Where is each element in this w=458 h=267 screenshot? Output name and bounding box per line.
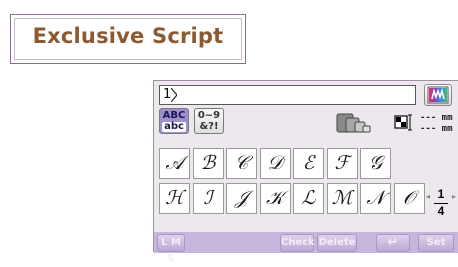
character-key[interactable]: ℱ xyxy=(326,148,358,179)
color-button[interactable] xyxy=(424,84,452,106)
character-key[interactable]: 𝒟 xyxy=(259,148,291,179)
tab-numbers-upper: 0~9 xyxy=(197,110,221,121)
character-key[interactable]: 𝒢 xyxy=(360,148,391,179)
page-next-icon[interactable]: ▸ xyxy=(452,192,456,201)
character-key[interactable]: 𝒪 xyxy=(393,183,425,214)
character-key[interactable]: ℳ xyxy=(326,183,358,214)
enter-button[interactable]: ↵ xyxy=(376,234,410,252)
bottom-bar: L M S Check Delete ↵ Set xyxy=(154,232,458,264)
character-key[interactable]: 𝒞 xyxy=(226,148,257,179)
tab-letters[interactable]: ABC abc xyxy=(159,108,189,134)
character-key[interactable]: ℬ xyxy=(192,148,224,179)
density-icon xyxy=(394,114,412,131)
height-readout: --- mm xyxy=(420,124,453,134)
character-key[interactable]: 𝒩 xyxy=(360,183,391,214)
width-readout: --- mm xyxy=(420,113,453,123)
lms-button[interactable]: L M S xyxy=(157,234,185,264)
character-key[interactable]: ℋ xyxy=(159,183,190,214)
tab-numbers-lower: &?! xyxy=(199,121,219,132)
title-box: Exclusive Script xyxy=(10,14,246,64)
character-key[interactable]: 𝒥 xyxy=(226,183,257,214)
tab-numbers[interactable]: 0~9 &?! xyxy=(194,108,224,134)
cursor-icon xyxy=(171,88,177,102)
tab-letters-upper: ABC xyxy=(162,110,186,121)
check-button[interactable]: Check xyxy=(280,234,315,252)
character-key[interactable]: ℰ xyxy=(293,148,324,179)
character-key[interactable]: ℒ xyxy=(293,183,324,214)
page-indicator[interactable]: ◂ 1 ▸ 4 xyxy=(426,184,456,220)
character-key[interactable]: ℐ xyxy=(192,183,224,214)
character-key[interactable]: 𝒦 xyxy=(259,183,291,214)
page-total: 4 xyxy=(437,204,445,218)
embroidery-panel: 1 ABC abc 0~9 &?! --- mm --- mm 𝒜 ℬ 𝒞 𝒟 … xyxy=(153,80,458,264)
tab-letters-lower: abc xyxy=(162,122,186,132)
size-icon xyxy=(336,113,371,133)
text-entry-field[interactable]: 1 xyxy=(159,85,416,105)
color-palette-icon xyxy=(427,86,449,104)
character-key[interactable]: 𝒜 xyxy=(159,148,190,179)
set-button[interactable]: Set xyxy=(418,234,454,252)
page-title: Exclusive Script xyxy=(32,24,224,48)
delete-button[interactable]: Delete xyxy=(317,234,357,252)
